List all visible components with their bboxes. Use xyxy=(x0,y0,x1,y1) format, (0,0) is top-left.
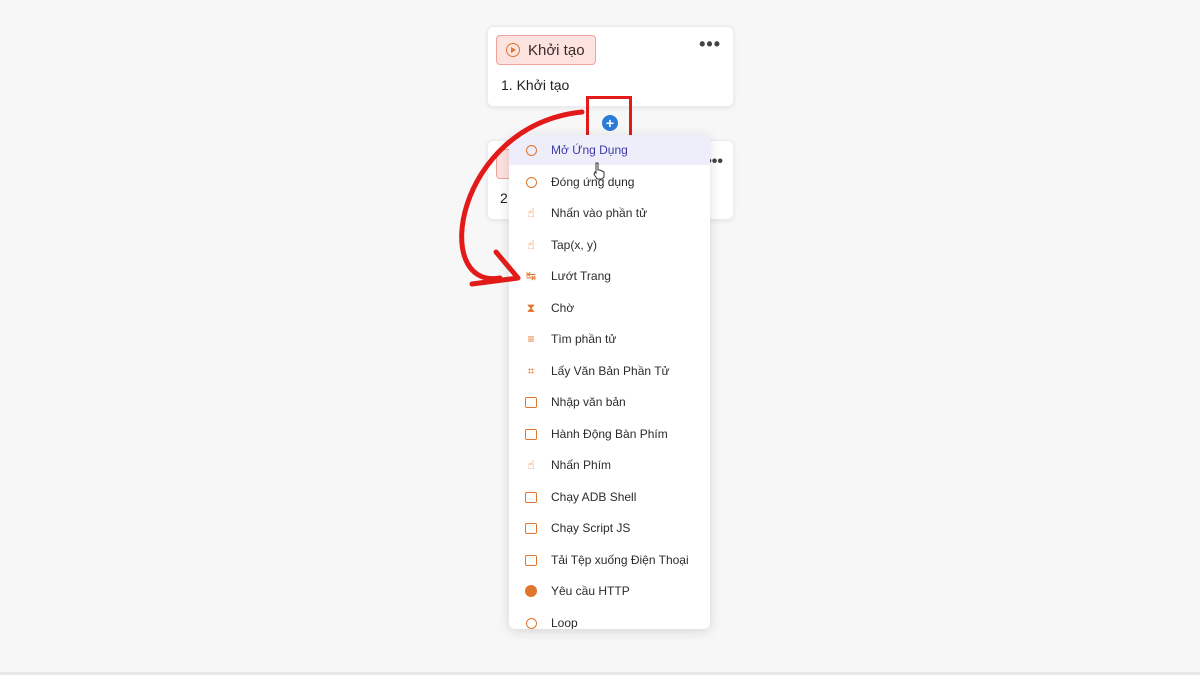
workflow-canvas: Khởi tạo ••• 1. Khởi tạo 2 ••• + Mở Ứng … xyxy=(0,0,1200,675)
annotation-arrow xyxy=(459,109,585,287)
hand-cursor-icon xyxy=(593,162,605,180)
